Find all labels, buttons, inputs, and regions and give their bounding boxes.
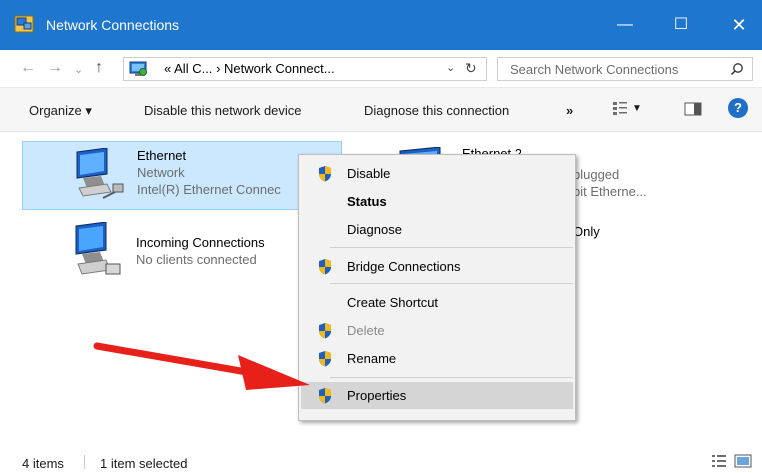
item-status: Only <box>573 224 600 239</box>
large-icons-view-icon[interactable] <box>734 454 752 468</box>
menu-separator <box>330 377 573 378</box>
uac-shield-icon <box>319 259 331 275</box>
item-name: Incoming Connections <box>136 235 265 250</box>
breadcrumb-prefix[interactable]: « <box>164 61 171 76</box>
address-bar[interactable]: « All C... › Network Connect... ⌄ ↻ <box>123 57 487 81</box>
breadcrumb-network-connections[interactable]: Network Connect... <box>224 61 335 76</box>
uac-shield-icon <box>319 323 331 339</box>
search-input[interactable]: Search Network Connections <box>497 57 753 81</box>
address-dropdown-button[interactable]: ⌄ <box>446 61 455 74</box>
status-separator <box>84 455 85 469</box>
context-menu: Disable Status Diagnose Bridge Connections C… <box>298 154 576 421</box>
disable-device-button[interactable]: Disable this network device <box>144 103 302 118</box>
view-options-dropdown[interactable]: ▼ <box>632 103 642 114</box>
connection-incoming[interactable]: Incoming Connections No clients connecte… <box>22 218 342 287</box>
menu-item-label: Delete <box>347 323 385 338</box>
item-device: bit Etherne... <box>573 184 647 199</box>
incoming-connections-icon <box>75 222 121 275</box>
preview-pane-icon[interactable] <box>684 101 702 117</box>
selection-count: 1 item selected <box>100 456 188 471</box>
item-count: 4 items <box>22 456 64 471</box>
maximize-button[interactable]: ☐ <box>656 0 706 50</box>
item-device: Intel(R) Ethernet Connec <box>137 182 281 197</box>
menu-item-label: Bridge Connections <box>347 259 461 274</box>
menu-item-rename[interactable]: Rename <box>301 345 573 372</box>
address-row: ← → ⌄ ↑ « All C... › Network Connect... … <box>0 50 762 86</box>
network-adapter-icon <box>76 148 124 199</box>
menu-item-label: Diagnose <box>347 222 402 237</box>
help-button[interactable]: ? <box>728 98 748 118</box>
menu-item-label: Create Shortcut <box>347 295 439 310</box>
menu-separator <box>330 283 573 284</box>
uac-shield-icon <box>319 351 331 367</box>
breadcrumb-separator[interactable]: › <box>216 61 220 76</box>
recent-locations-button[interactable]: ⌄ <box>74 63 83 76</box>
status-bar: 4 items 1 item selected <box>0 446 762 473</box>
menu-item-disable[interactable]: Disable <box>301 160 573 187</box>
menu-item-diagnose[interactable]: Diagnose <box>301 216 573 243</box>
connection-other[interactable]: Only <box>560 218 710 258</box>
connection-ethernet[interactable]: Ethernet Network Intel(R) Ethernet Conne… <box>22 141 342 210</box>
item-status: plugged <box>573 167 620 182</box>
menu-item-label: Status <box>347 194 387 209</box>
window-title: Network Connections <box>46 17 180 33</box>
item-name: Ethernet <box>137 148 187 163</box>
breadcrumb-all-control-panel[interactable]: All C... <box>174 61 212 76</box>
menu-item-properties[interactable]: Properties <box>301 382 573 409</box>
change-view-icon[interactable] <box>612 100 628 116</box>
item-status: No clients connected <box>136 252 257 267</box>
breadcrumb: « All C... › Network Connect... <box>164 61 335 76</box>
organize-menu[interactable]: Organize ▾ <box>29 103 92 119</box>
search-icon <box>730 63 743 76</box>
menu-item-delete[interactable]: Delete <box>301 317 573 344</box>
item-network: Network <box>137 165 185 180</box>
uac-shield-icon <box>319 388 331 404</box>
details-view-icon[interactable] <box>711 454 727 468</box>
menu-item-create-shortcut[interactable]: Create Shortcut <box>301 289 573 316</box>
menu-separator <box>330 247 573 248</box>
title-bar: Network Connections — ☐ ✕ <box>0 0 762 50</box>
refresh-button[interactable]: ↻ <box>465 60 477 77</box>
diagnose-connection-button[interactable]: Diagnose this connection <box>364 103 509 118</box>
menu-item-status[interactable]: Status <box>301 188 573 215</box>
back-button[interactable]: ← <box>20 59 36 77</box>
menu-item-bridge-connections[interactable]: Bridge Connections <box>301 253 573 280</box>
control-panel-icon <box>129 61 147 76</box>
network-connections-icon <box>14 15 34 33</box>
up-button[interactable]: ↑ <box>95 59 103 77</box>
search-placeholder: Search Network Connections <box>510 62 679 77</box>
menu-item-label: Disable <box>347 166 391 181</box>
menu-item-label: Rename <box>347 351 397 366</box>
command-bar: Organize ▾ Disable this network device D… <box>0 87 762 132</box>
uac-shield-icon <box>319 166 331 182</box>
close-button[interactable]: ✕ <box>714 0 762 50</box>
minimize-button[interactable]: — <box>600 0 650 50</box>
menu-item-label: Properties <box>347 388 407 403</box>
more-commands-button[interactable]: » <box>566 103 573 118</box>
forward-button[interactable]: → <box>47 59 63 77</box>
